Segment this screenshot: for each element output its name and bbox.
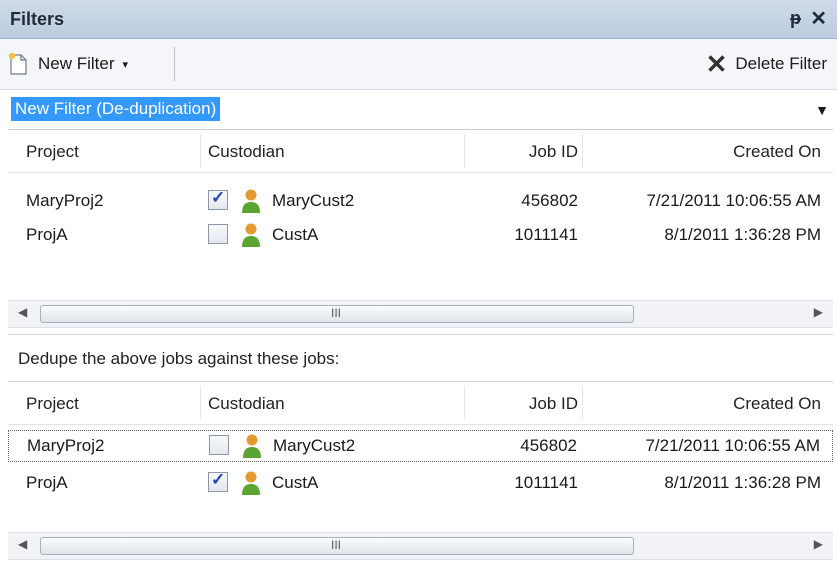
custodian-cell: MaryCust2 bbox=[272, 191, 355, 210]
close-icon[interactable]: ✕ bbox=[810, 6, 827, 31]
toolbar-separator bbox=[174, 47, 175, 81]
custodian-checkbox[interactable] bbox=[209, 435, 229, 455]
panel-titlebar: Filters ᵽ ✕ bbox=[0, 0, 837, 39]
scroll-grip-icon: III bbox=[331, 538, 342, 552]
delete-icon: ✕ bbox=[705, 49, 728, 79]
created-on-cell: 8/1/2011 1:36:28 PM bbox=[664, 473, 821, 492]
grid-header: Project Custodian Job ID Created On bbox=[8, 382, 833, 425]
scroll-left-icon[interactable]: ◀ bbox=[18, 305, 27, 319]
dedupe-jobs-grid: Project Custodian Job ID Created On Mary… bbox=[8, 382, 833, 530]
job-id-cell: 1011141 bbox=[514, 473, 578, 492]
project-cell: MaryProj2 bbox=[27, 436, 105, 455]
column-divider bbox=[464, 386, 465, 420]
custodian-checkbox[interactable] bbox=[208, 224, 228, 244]
chevron-down-icon[interactable]: ▾ bbox=[123, 58, 129, 71]
dedupe-label: Dedupe the above jobs against these jobs… bbox=[18, 349, 340, 368]
person-icon bbox=[240, 470, 262, 496]
column-divider bbox=[582, 386, 583, 420]
column-divider bbox=[464, 134, 465, 168]
column-header-created-on[interactable]: Created On bbox=[733, 142, 821, 162]
column-header-custodian[interactable]: Custodian bbox=[208, 142, 285, 162]
table-row[interactable]: MaryProj2 MaryCust2 456802 7/21/2011 10:… bbox=[8, 430, 833, 462]
scroll-left-icon[interactable]: ◀ bbox=[18, 537, 27, 551]
job-id-cell: 456802 bbox=[521, 191, 578, 210]
column-header-custodian[interactable]: Custodian bbox=[208, 394, 285, 414]
person-icon bbox=[241, 433, 263, 459]
column-header-project[interactable]: Project bbox=[26, 142, 79, 162]
custodian-cell: CustA bbox=[272, 473, 319, 492]
scroll-thumb[interactable]: III bbox=[40, 305, 634, 323]
filter-select-value: New Filter (De-duplication) bbox=[11, 97, 221, 121]
column-header-job-id[interactable]: Job ID bbox=[529, 394, 578, 414]
pin-icon[interactable]: ᵽ bbox=[790, 8, 801, 29]
custodian-cell: MaryCust2 bbox=[273, 436, 356, 455]
scroll-right-icon[interactable]: ▶ bbox=[814, 537, 823, 551]
custodian-checkbox[interactable] bbox=[208, 188, 228, 210]
person-icon bbox=[240, 222, 262, 248]
custodian-cell: CustA bbox=[272, 225, 319, 244]
column-header-created-on[interactable]: Created On bbox=[733, 394, 821, 414]
custodian-checkbox[interactable] bbox=[208, 470, 228, 492]
created-on-cell: 7/21/2011 10:06:55 AM bbox=[646, 191, 821, 210]
column-divider bbox=[200, 386, 201, 420]
scroll-grip-icon: III bbox=[331, 306, 342, 320]
section-divider bbox=[8, 334, 833, 335]
column-header-project[interactable]: Project bbox=[26, 394, 79, 414]
table-row[interactable]: MaryProj2 MaryCust2 456802 7/21/2011 10:… bbox=[8, 186, 833, 216]
table-row[interactable]: ProjA CustA 1011141 8/1/2011 1:36:28 PM bbox=[8, 220, 833, 250]
panel-title: Filters bbox=[10, 9, 65, 29]
filter-select[interactable]: New Filter (De-duplication) ▼ bbox=[8, 91, 833, 130]
new-document-icon bbox=[8, 52, 28, 76]
created-on-cell: 8/1/2011 1:36:28 PM bbox=[664, 225, 821, 244]
person-icon bbox=[240, 188, 262, 214]
column-divider bbox=[200, 134, 201, 168]
toolbar: New Filter ▾ ✕ Delete Filter bbox=[0, 39, 837, 90]
chevron-down-icon[interactable]: ▼ bbox=[815, 102, 829, 118]
scroll-thumb[interactable]: III bbox=[40, 537, 634, 555]
delete-filter-button[interactable]: ✕ Delete Filter bbox=[706, 48, 827, 80]
column-divider bbox=[582, 134, 583, 168]
created-on-cell: 7/21/2011 10:06:55 AM bbox=[645, 436, 820, 455]
column-header-job-id[interactable]: Job ID bbox=[529, 142, 578, 162]
project-cell: ProjA bbox=[26, 225, 68, 244]
jobs-grid: Project Custodian Job ID Created On Mary… bbox=[8, 130, 833, 300]
delete-filter-label: Delete Filter bbox=[735, 54, 827, 73]
grid-header: Project Custodian Job ID Created On bbox=[8, 130, 833, 173]
horizontal-scrollbar[interactable]: ◀ III ▶ bbox=[8, 532, 833, 560]
job-id-cell: 1011141 bbox=[514, 225, 578, 244]
scroll-right-icon[interactable]: ▶ bbox=[814, 305, 823, 319]
job-id-cell: 456802 bbox=[520, 436, 577, 455]
table-row[interactable]: ProjA CustA 1011141 8/1/2011 1:36:28 PM bbox=[8, 468, 833, 498]
new-filter-label: New Filter bbox=[38, 54, 115, 73]
horizontal-scrollbar[interactable]: ◀ III ▶ bbox=[8, 300, 833, 328]
new-filter-button[interactable]: New Filter ▾ bbox=[8, 48, 128, 80]
project-cell: ProjA bbox=[26, 473, 68, 492]
project-cell: MaryProj2 bbox=[26, 191, 104, 210]
